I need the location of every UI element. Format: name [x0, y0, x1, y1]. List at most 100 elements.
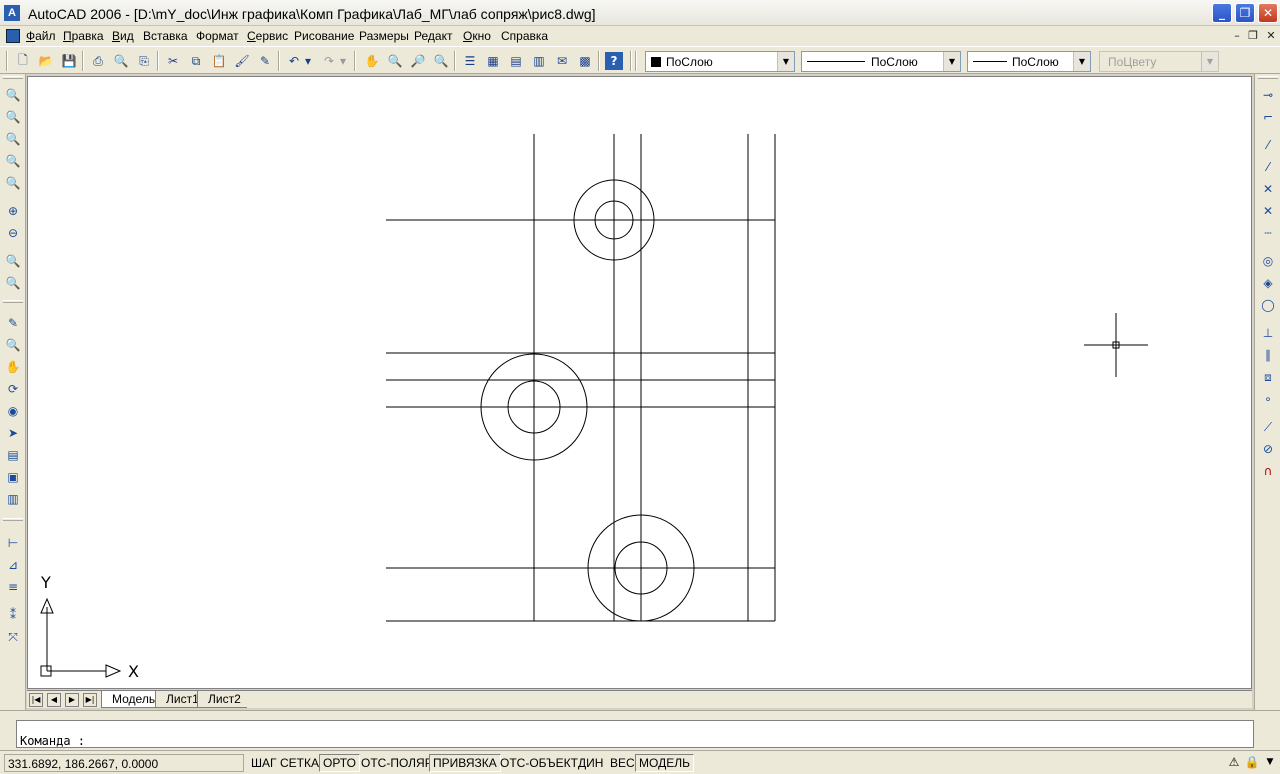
snap-node-icon[interactable]: ∘ — [1259, 390, 1277, 408]
dimension-linear-icon[interactable]: ⊢ — [4, 534, 22, 552]
print-icon[interactable]: ⎙ — [89, 52, 107, 70]
snap-apparent-icon[interactable]: ✕ — [1259, 202, 1277, 220]
doc-minimize-icon[interactable]: – — [1230, 29, 1244, 43]
sheet-set-icon[interactable]: ▥ — [530, 52, 548, 70]
title-bar[interactable]: A AutoCAD 2006 - [D:\mY_doc\Инж графика\… — [0, 0, 1280, 26]
snap-settings-icon[interactable]: ∩ — [1259, 462, 1277, 480]
toolbar-grip[interactable] — [1258, 76, 1278, 79]
toolbar-grip[interactable] — [3, 300, 23, 303]
minimize-icon[interactable]: _ — [1212, 3, 1232, 23]
layer-state-icon[interactable]: ▥ — [4, 490, 22, 508]
zoom-in-icon[interactable]: ⊕ — [4, 202, 22, 220]
chevron-down-icon[interactable]: ▼ — [1073, 52, 1090, 71]
dimension-aligned-icon[interactable]: ⊿ — [4, 556, 22, 574]
paste-icon[interactable]: 📋 — [210, 52, 228, 70]
snap-center-icon[interactable]: ◎ — [1259, 252, 1277, 270]
toolbar-grip[interactable] — [635, 51, 637, 71]
toolbar-grip[interactable] — [630, 51, 632, 71]
coordinate-display[interactable]: 331.6892, 186.2667, 0.0000 — [4, 754, 244, 772]
open-file-icon[interactable]: 📂 — [37, 52, 55, 70]
document-icon[interactable] — [6, 29, 20, 43]
zoom-extents-icon[interactable]: 🔍 — [4, 274, 22, 292]
menu-window[interactable]: Окно — [463, 29, 491, 43]
block-editor-icon[interactable]: ✎ — [256, 52, 274, 70]
view-manager-icon[interactable]: ✎ — [4, 314, 22, 332]
design-center-icon[interactable]: ▦ — [484, 52, 502, 70]
status-dyn-button[interactable]: ДИН — [574, 754, 607, 772]
drawing-canvas[interactable]: Y X — [27, 76, 1252, 689]
menu-edit[interactable]: Правка — [63, 29, 104, 43]
zoom-all-icon[interactable]: 🔍 — [4, 252, 22, 270]
new-file-icon[interactable]: 🗋 — [14, 52, 32, 70]
tab-model[interactable]: Модель — [101, 691, 162, 708]
zoom-out-icon[interactable]: ⊖ — [4, 224, 22, 242]
prev-tab-icon[interactable]: ◀ — [47, 693, 61, 707]
menu-view[interactable]: Вид — [112, 29, 134, 43]
comm-center-icon[interactable]: ⚠ — [1226, 754, 1242, 770]
lock-icon[interactable]: 🔒 — [1244, 754, 1260, 770]
menu-format[interactable]: Формат — [196, 29, 239, 43]
orbit-icon[interactable]: ⟳ — [4, 380, 22, 398]
dimension-style-icon[interactable]: ⁑ — [4, 606, 22, 624]
redo-dropdown-icon[interactable]: ▾ — [338, 52, 348, 70]
properties-icon[interactable]: ☰ — [461, 52, 479, 70]
pan-icon[interactable]: ✋ — [363, 52, 381, 70]
tab-layout2[interactable]: Лист2 — [197, 691, 247, 708]
next-tab-icon[interactable]: ▶ — [65, 693, 79, 707]
snap-quadrant-icon[interactable]: ◈ — [1259, 274, 1277, 292]
toolbar-grip[interactable] — [3, 518, 23, 521]
menu-modify[interactable]: Редакт — [414, 29, 452, 43]
status-grid-button[interactable]: СЕТКА — [276, 754, 323, 772]
menu-help[interactable]: Справка — [501, 29, 548, 43]
command-line-input[interactable]: Команда : — [16, 720, 1254, 748]
camera-icon[interactable]: ◉ — [4, 402, 22, 420]
menu-draw[interactable]: Рисование — [294, 29, 354, 43]
snap-insert-icon[interactable]: ⧈ — [1259, 368, 1277, 386]
menu-file[interactable]: Файл — [26, 29, 56, 43]
help-icon[interactable]: ? — [605, 52, 623, 70]
snap-tangent-icon[interactable]: ◯ — [1259, 296, 1277, 314]
status-osnap-button[interactable]: ПРИВЯЗКА — [429, 754, 501, 772]
status-lwt-button[interactable]: ВЕС — [606, 754, 639, 772]
dimension-update-icon[interactable]: ⤧ — [4, 628, 22, 646]
snap-nearest-icon[interactable]: ⟋ — [1259, 418, 1277, 436]
zoom-realtime-icon[interactable]: 🔍 — [386, 52, 404, 70]
snap-endpoint-icon[interactable]: ⁄ — [1259, 136, 1277, 154]
linetype-combo[interactable]: ПоСлою ▼ — [801, 51, 961, 72]
undo-icon[interactable]: ↶ — [285, 52, 303, 70]
snap-extension-icon[interactable]: ┄ — [1259, 224, 1277, 242]
zoom-previous-icon[interactable]: 🔍 — [432, 52, 450, 70]
pan-realtime-icon[interactable]: ✋ — [4, 358, 22, 376]
menu-insert[interactable]: Вставка — [143, 29, 188, 43]
zoom-scale-icon[interactable]: 🔍 — [4, 130, 22, 148]
layer-manager-icon[interactable]: ▤ — [4, 446, 22, 464]
zoom-window-icon[interactable]: 🔎 — [409, 52, 427, 70]
match-properties-icon[interactable]: 🖌 — [233, 52, 251, 70]
print-preview-icon[interactable]: 🔍 — [112, 52, 130, 70]
close-icon[interactable]: ✕ — [1258, 3, 1278, 23]
menu-dimension[interactable]: Размеры — [359, 29, 409, 43]
status-model-button[interactable]: МОДЕЛЬ — [635, 754, 694, 772]
status-otrack-button[interactable]: ОТС-ОБЪЕКТ — [496, 754, 582, 772]
snap-perpendicular-icon[interactable]: ⊥ — [1259, 324, 1277, 342]
calculator-icon[interactable]: ▩ — [576, 52, 594, 70]
snap-parallel-icon[interactable]: ∥ — [1259, 346, 1277, 364]
temp-track-icon[interactable]: ⊸ — [1259, 86, 1277, 104]
first-tab-icon[interactable]: |◀ — [29, 693, 43, 707]
chevron-down-icon[interactable]: ▼ — [777, 52, 794, 71]
zoom-object-icon[interactable]: 🔍 — [4, 174, 22, 192]
last-tab-icon[interactable]: ▶| — [83, 693, 97, 707]
redo-icon[interactable]: ↷ — [320, 52, 338, 70]
doc-restore-icon[interactable]: ❐ — [1246, 29, 1260, 43]
layer-previous-icon[interactable]: ▣ — [4, 468, 22, 486]
undo-dropdown-icon[interactable]: ▾ — [303, 52, 313, 70]
copy-icon[interactable]: ⧉ — [187, 52, 205, 70]
layer-combo[interactable]: ПоСлою ▼ — [645, 51, 795, 72]
snap-midpoint-icon[interactable]: ⁄ — [1259, 158, 1277, 176]
walk-icon[interactable]: ➤ — [4, 424, 22, 442]
status-ortho-button[interactable]: ОРТО — [319, 754, 360, 772]
cut-icon[interactable]: ✂ — [164, 52, 182, 70]
save-icon[interactable]: 💾 — [60, 52, 78, 70]
status-menu-icon[interactable]: ▼ — [1262, 754, 1278, 770]
markup-icon[interactable]: ✉ — [553, 52, 571, 70]
